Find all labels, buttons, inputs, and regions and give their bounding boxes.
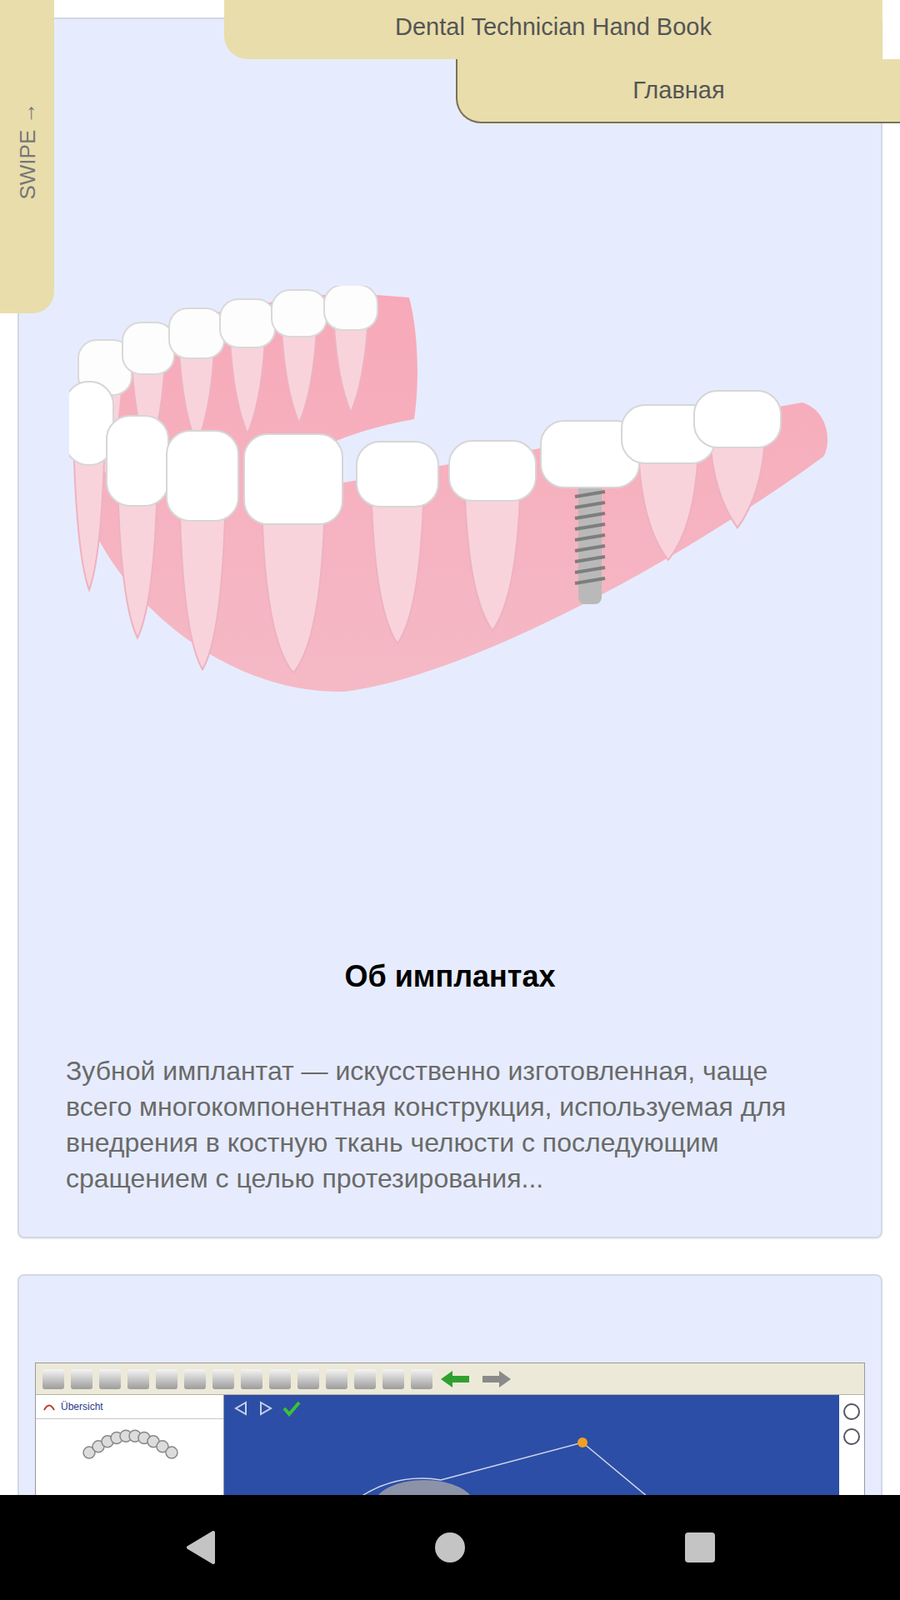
- recents-icon[interactable]: [683, 1530, 717, 1565]
- next-icon[interactable]: [257, 1400, 275, 1417]
- tool-icon: [212, 1369, 235, 1390]
- back-icon[interactable]: [183, 1529, 217, 1566]
- tool-icon: [410, 1369, 433, 1390]
- tool-icon: [155, 1369, 178, 1390]
- tool-icon: [42, 1369, 65, 1390]
- app-title-tab: Dental Technician Hand Book: [224, 0, 883, 60]
- tool-icon: [99, 1369, 121, 1390]
- rotate-icon[interactable]: [843, 1403, 860, 1420]
- prev-icon[interactable]: [232, 1400, 250, 1417]
- move-icon[interactable]: [843, 1428, 860, 1445]
- tool-icon: [184, 1369, 206, 1390]
- check-icon[interactable]: [282, 1400, 301, 1417]
- article-image: [65, 19, 835, 943]
- article-text: Зубной имплантат — искусственно изготовл…: [65, 1053, 835, 1197]
- tool-icon: [354, 1369, 376, 1390]
- model-lines-icon: [224, 1421, 808, 1505]
- tool-icon: [325, 1369, 348, 1390]
- swipe-tab[interactable]: SWIPE →: [0, 0, 55, 314]
- tool-icon: [297, 1369, 320, 1390]
- tool-icon: [127, 1369, 150, 1390]
- arch-icon: [71, 1425, 189, 1476]
- article-title: Об имплантах: [65, 956, 835, 997]
- card-list: Об имплантах Зубной имплантат — искусстве…: [0, 0, 900, 1600]
- tool-icon: [382, 1369, 405, 1390]
- article-card[interactable]: Об имплантах Зубной имплантат — искусстве…: [17, 17, 883, 1239]
- jaw-implant-icon: [69, 285, 832, 695]
- overview-tab[interactable]: Übersicht: [35, 1395, 224, 1420]
- page: Об имплантах Зубной имплантат — искусстве…: [0, 0, 900, 1600]
- home-icon[interactable]: [433, 1530, 467, 1565]
- tool-icon: [70, 1369, 93, 1390]
- tool-icon: [240, 1369, 263, 1390]
- arc-icon: [42, 1402, 56, 1411]
- cad-toolbar: [35, 1363, 865, 1395]
- system-nav-bar: [0, 1495, 900, 1600]
- breadcrumb-tab[interactable]: Главная: [455, 59, 900, 124]
- back-arrow-icon: [439, 1369, 473, 1390]
- tool-icon: [269, 1369, 291, 1390]
- forward-arrow-icon: [479, 1369, 513, 1390]
